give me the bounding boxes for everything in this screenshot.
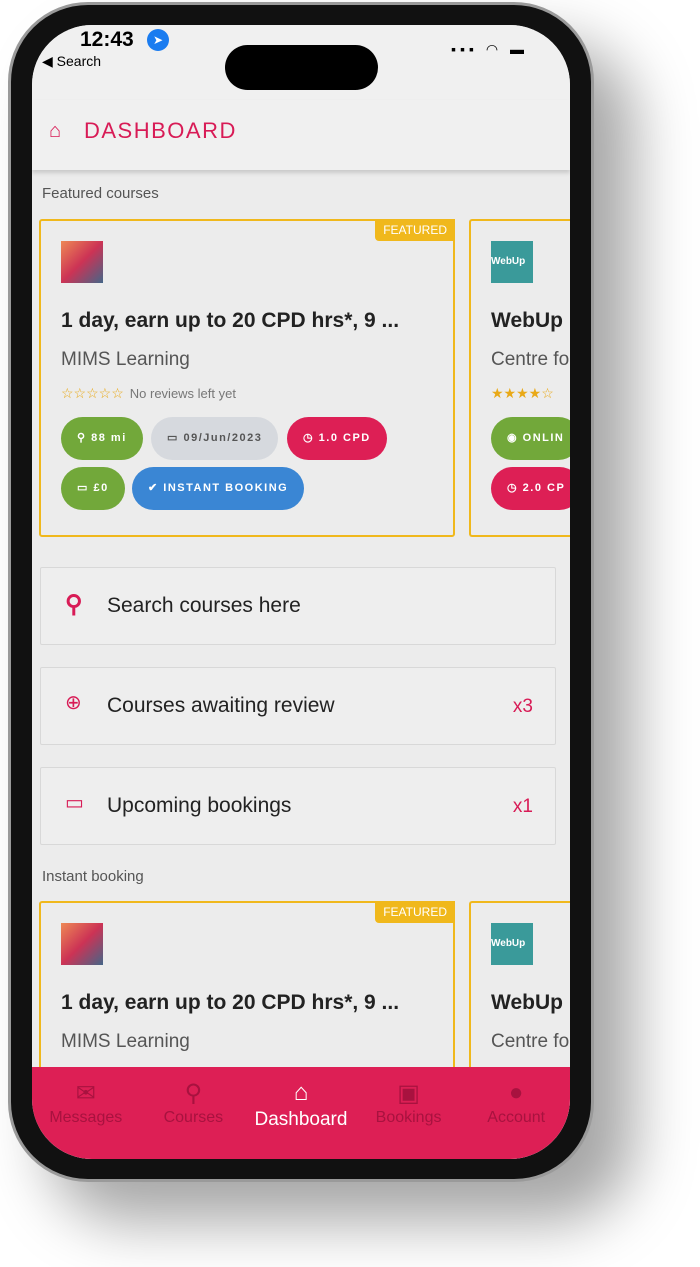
person-icon: ● bbox=[508, 1079, 524, 1106]
upcoming-bookings-button[interactable]: ▭ Upcoming bookings x1 bbox=[40, 767, 556, 845]
course-thumbnail bbox=[61, 923, 103, 965]
nav-dashboard[interactable]: ⌂ Dashboard bbox=[247, 1067, 355, 1159]
nav-messages[interactable]: ✉ Messages bbox=[32, 1067, 140, 1159]
page-title: DASHBOARD bbox=[84, 118, 237, 143]
bookings-label: Upcoming bookings bbox=[107, 794, 292, 817]
date-pill: ▭ 09/Jun/2023 bbox=[151, 417, 279, 460]
screen: 12:43 ➤ ◀ Search ▪▪▪ ◠ ▬ ⌂ DASHBOARD Fea… bbox=[32, 25, 570, 1159]
course-provider: Centre fo bbox=[491, 349, 570, 370]
distance-pill: ⚲ 88 mi bbox=[61, 417, 143, 460]
course-thumbnail bbox=[61, 241, 103, 283]
home-icon: ⌂ bbox=[49, 120, 62, 142]
review-label: Courses awaiting review bbox=[107, 694, 335, 717]
course-title: WebUp bbox=[491, 309, 563, 332]
chat-plus-icon: ⊕ bbox=[65, 692, 82, 714]
nav-courses[interactable]: ⚲ Courses bbox=[140, 1067, 248, 1159]
nav-bookings[interactable]: ▣ Bookings bbox=[355, 1067, 463, 1159]
signal-wifi-battery-icon: ▪▪▪ ◠ ▬ bbox=[451, 41, 528, 57]
search-icon: ⚲ bbox=[184, 1080, 203, 1107]
nav-account[interactable]: ● Account bbox=[462, 1067, 570, 1159]
bottom-nav: ✉ Messages ⚲ Courses ⌂ Dashboard ▣ Bookings … bbox=[32, 1067, 570, 1159]
nav-label: Account bbox=[487, 1109, 546, 1126]
course-title: 1 day, earn up to 20 CPD hrs*, 9 ... bbox=[61, 991, 400, 1014]
cpd-pill: ◷ 2.0 CP bbox=[491, 467, 570, 510]
reviews-text: No reviews left yet bbox=[129, 386, 236, 401]
rating-stars: ★★★★☆ bbox=[491, 385, 554, 401]
location-icon: ➤ bbox=[147, 29, 169, 51]
featured-badge: FEATURED bbox=[375, 219, 455, 241]
course-title: 1 day, earn up to 20 CPD hrs*, 9 ... bbox=[61, 309, 400, 332]
back-to-search[interactable]: ◀ Search bbox=[42, 53, 101, 70]
search-courses-button[interactable]: ⚲ Search courses here bbox=[40, 567, 556, 645]
ticket-icon: ▣ bbox=[397, 1080, 420, 1107]
instant-section-title: Instant booking bbox=[42, 868, 144, 885]
courses-awaiting-review-button[interactable]: ⊕ Courses awaiting review x3 bbox=[40, 667, 556, 745]
cpd-pill: ◷ 1.0 CPD bbox=[287, 417, 387, 460]
mail-icon: ✉ bbox=[75, 1080, 96, 1107]
course-provider: Centre fo bbox=[491, 1031, 570, 1052]
featured-badge: FEATURED bbox=[375, 901, 455, 923]
provider-logo: WebUp bbox=[491, 923, 533, 965]
course-provider: MIMS Learning bbox=[61, 349, 190, 370]
provider-logo: WebUp bbox=[491, 241, 533, 283]
home-icon: ⌂ bbox=[293, 1079, 309, 1106]
search-icon: ⚲ bbox=[65, 591, 83, 618]
instant-booking-pill: ✔ INSTANT BOOKING bbox=[132, 467, 305, 510]
review-count: x3 bbox=[512, 696, 533, 717]
app-header: ⌂ DASHBOARD bbox=[32, 100, 570, 170]
nav-label: Messages bbox=[49, 1109, 123, 1126]
course-title: WebUp bbox=[491, 991, 563, 1014]
course-provider: MIMS Learning bbox=[61, 1031, 190, 1052]
status-bar: 12:43 ➤ ◀ Search ▪▪▪ ◠ ▬ bbox=[32, 25, 570, 100]
clock: 12:43 bbox=[80, 28, 134, 51]
nav-label: Dashboard bbox=[254, 1109, 348, 1130]
bookings-count: x1 bbox=[512, 796, 533, 817]
calendar-icon: ▭ bbox=[65, 792, 84, 814]
nav-label: Courses bbox=[163, 1109, 224, 1126]
nav-label: Bookings bbox=[375, 1109, 442, 1126]
course-card[interactable]: WebUp WebUp Centre fo ★★★★☆ ◉ ONLIN ◷ 2.… bbox=[469, 219, 570, 537]
search-label: Search courses here bbox=[107, 594, 301, 617]
dynamic-island bbox=[225, 45, 378, 90]
featured-section-title: Featured courses bbox=[42, 185, 159, 202]
price-pill: ▭ £0 bbox=[61, 467, 125, 510]
online-pill: ◉ ONLIN bbox=[491, 417, 570, 460]
rating-stars: ☆☆☆☆☆ No reviews left yet bbox=[61, 385, 236, 401]
course-card[interactable]: FEATURED 1 day, earn up to 20 CPD hrs*, … bbox=[39, 219, 455, 537]
